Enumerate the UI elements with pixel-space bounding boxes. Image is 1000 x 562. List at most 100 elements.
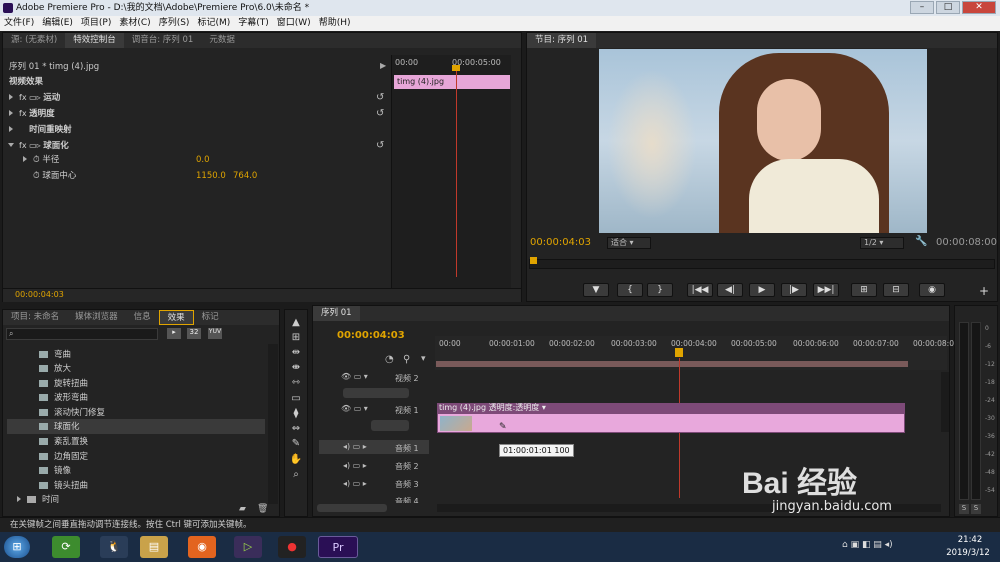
effect-list-item[interactable]: 滚动快门修复	[39, 406, 105, 420]
solo-right-button[interactable]: S	[971, 504, 981, 514]
maximize-button[interactable]: □	[936, 1, 960, 14]
close-button[interactable]: ✕	[962, 1, 996, 14]
system-tray-icons[interactable]: ⌂ ▣ ◧ ▤ ◂)	[842, 540, 893, 550]
delete-icon[interactable]: 🗑	[257, 504, 268, 514]
yuv-effects-icon[interactable]: YUV	[208, 328, 222, 339]
speaker-icon[interactable]: ◂) ▭ ▸	[343, 479, 367, 488]
step-forward-button[interactable]: |▶	[781, 283, 807, 297]
param-center-x[interactable]: 1150.0	[196, 171, 226, 181]
zoom-tool[interactable]: ⌕	[289, 468, 303, 481]
reset-opacity-icon[interactable]: ↺	[376, 108, 384, 119]
video-clip-header[interactable]: timg (4).jpg 透明度:透明度 ▾	[437, 403, 905, 413]
mark-out-button[interactable]: }	[647, 283, 673, 297]
mini-playhead[interactable]	[456, 67, 457, 277]
keyframe-nav-v2[interactable]	[343, 388, 409, 398]
effect-list-item[interactable]: 镜像	[39, 464, 71, 478]
menu-project[interactable]: 项目(P)	[77, 16, 115, 31]
work-area-bar[interactable]	[436, 361, 908, 367]
snap-icon[interactable]: ◔	[385, 354, 394, 365]
rolling-edit-tool[interactable]: ⇼	[289, 361, 303, 374]
menu-title[interactable]: 字幕(T)	[234, 16, 273, 31]
add-marker-icon[interactable]: ▾	[421, 354, 426, 364]
step-back-button[interactable]: ◀|	[717, 283, 743, 297]
quality-dropdown[interactable]: 1/2 ▾	[860, 237, 904, 249]
effect-row-opacity[interactable]: fx 透明度	[9, 106, 55, 121]
effect-row-time-remap[interactable]: 时间重映射	[9, 122, 72, 137]
speaker-icon[interactable]: ◂) ▭ ▸	[343, 442, 367, 451]
taskbar-app-icon[interactable]: ⟳	[52, 536, 80, 558]
timeline-timecode[interactable]: 00:00:04:03	[337, 330, 405, 341]
timeline-playhead-handle[interactable]	[675, 348, 683, 357]
go-to-out-button[interactable]: ▶▶|	[813, 283, 839, 297]
time-ruler[interactable]: 00:00 00:00:01:00 00:00:02:00 00:00:03:0…	[435, 336, 959, 370]
program-playhead[interactable]	[530, 257, 537, 264]
effects-scrollbar[interactable]	[268, 344, 278, 504]
start-button[interactable]: ⊞	[4, 536, 30, 558]
mini-clip[interactable]: timg (4).jpg	[394, 75, 510, 89]
effect-list-item[interactable]: 紊乱置换	[39, 435, 88, 449]
program-timecode[interactable]: 00:00:04:03	[530, 237, 591, 248]
pen-tool[interactable]: ✎	[289, 437, 303, 450]
tab-markers[interactable]: 标记	[194, 310, 227, 325]
effect-list-item[interactable]: 弯曲	[39, 348, 71, 362]
lift-button[interactable]: ⊞	[851, 283, 877, 297]
effect-row-spherize[interactable]: fx ▭▹ 球面化	[8, 138, 69, 153]
add-marker-button[interactable]: ▼	[583, 283, 609, 297]
program-scrub-bar[interactable]	[529, 259, 995, 269]
go-to-in-button[interactable]: |◀◀	[687, 283, 713, 297]
effect-list-item[interactable]: 镜头扭曲	[39, 479, 88, 493]
param-center-y[interactable]: 764.0	[233, 171, 257, 181]
tab-audio-mixer[interactable]: 调音台: 序列 01	[124, 33, 202, 48]
razor-tool[interactable]: ▭	[289, 392, 303, 405]
marker-icon[interactable]: ⚲	[403, 354, 410, 365]
rate-stretch-tool[interactable]: ⇿	[289, 376, 303, 389]
reset-spherize-icon[interactable]: ↺	[376, 140, 384, 151]
effect-list-item-selected[interactable]: 球面化	[39, 420, 80, 434]
tab-sequence[interactable]: 序列 01	[313, 306, 360, 321]
premiere-taskbar-icon[interactable]: Pr	[318, 536, 358, 558]
mini-timeline[interactable]: 00:00 00:00:05:00 timg (4).jpg	[391, 55, 511, 295]
accelerated-effects-icon[interactable]: ▸	[167, 328, 181, 339]
tab-media-browser[interactable]: 媒体浏览器	[67, 310, 126, 325]
minimize-button[interactable]: –	[910, 1, 934, 14]
keyframe-nav-v1[interactable]	[371, 420, 409, 431]
program-video-frame[interactable]	[599, 49, 927, 233]
add-button[interactable]: +	[979, 284, 989, 298]
menu-clip[interactable]: 素材(C)	[115, 16, 154, 31]
extract-button[interactable]: ⊟	[883, 283, 909, 297]
hand-tool[interactable]: ✋	[289, 453, 303, 466]
explorer-icon[interactable]: ▤	[140, 536, 168, 558]
tab-project[interactable]: 项目: 未命名	[3, 310, 67, 325]
clock-time[interactable]: 21:42	[950, 535, 990, 545]
solo-left-button[interactable]: S	[959, 504, 969, 514]
menu-sequence[interactable]: 序列(S)	[155, 16, 194, 31]
effect-list-item[interactable]: 旋转扭曲	[39, 377, 88, 391]
camtasia-icon[interactable]: ▷	[234, 536, 262, 558]
video-tracks-scrollbar[interactable]	[941, 372, 949, 432]
wrench-icon[interactable]: 🔧	[915, 236, 927, 247]
collapse-arrow-icon[interactable]: ▶	[380, 61, 386, 70]
ripple-edit-tool[interactable]: ⇹	[289, 346, 303, 359]
menu-help[interactable]: 帮助(H)	[315, 16, 355, 31]
export-frame-button[interactable]: ◉	[919, 283, 945, 297]
effect-list-item[interactable]: 边角固定	[39, 450, 88, 464]
folder-time[interactable]: 时间	[17, 493, 59, 507]
play-button[interactable]: ▶	[749, 283, 775, 297]
tab-effects[interactable]: 效果	[158, 310, 194, 325]
firefox-icon[interactable]: ◉	[188, 536, 216, 558]
track-select-tool[interactable]: ⊞	[289, 331, 303, 344]
tab-source[interactable]: 源: (无素材)	[3, 33, 65, 48]
new-bin-icon[interactable]: ▰	[239, 504, 246, 514]
video-clip[interactable]	[437, 413, 905, 433]
slip-tool[interactable]: ⧫	[289, 407, 303, 420]
effects-search-input[interactable]: ⌕	[6, 328, 158, 340]
tab-info[interactable]: 信息	[126, 310, 159, 325]
effect-timecode[interactable]: 00:00:04:03	[15, 290, 64, 299]
recorder-icon[interactable]: ●	[278, 536, 306, 558]
menu-file[interactable]: 文件(F)	[0, 16, 38, 31]
param-radius-value[interactable]: 0.0	[196, 155, 210, 165]
menu-window[interactable]: 窗口(W)	[273, 16, 315, 31]
speaker-icon[interactable]: ◂) ▭ ▸	[343, 461, 367, 470]
effect-row-motion[interactable]: fx ▭▹ 运动	[9, 90, 60, 105]
track-eye-icon[interactable]: 👁 ▭ ▾	[341, 372, 368, 381]
